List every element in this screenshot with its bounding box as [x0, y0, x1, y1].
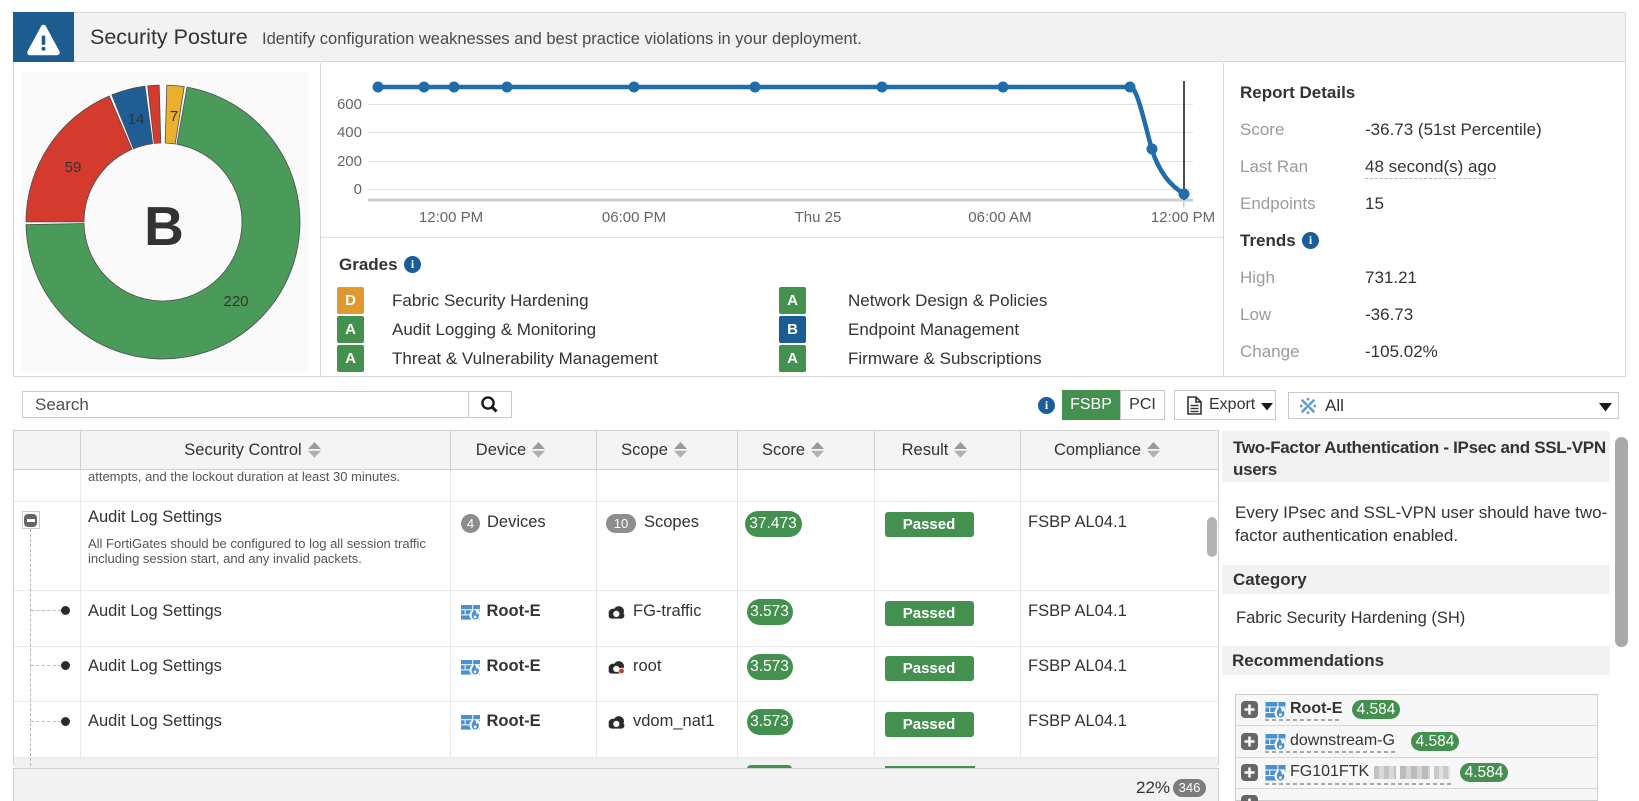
svg-text:7: 7 — [170, 108, 178, 125]
svg-text:220: 220 — [223, 293, 248, 310]
svg-text:Thu 25: Thu 25 — [795, 209, 842, 226]
svg-text:12:00 PM: 12:00 PM — [419, 209, 483, 226]
svg-text:06:00 AM: 06:00 AM — [968, 209, 1031, 226]
svg-text:0: 0 — [354, 181, 362, 198]
svg-text:600: 600 — [337, 96, 362, 113]
svg-text:400: 400 — [337, 124, 362, 141]
svg-text:59: 59 — [65, 159, 82, 176]
svg-text:B: B — [144, 195, 184, 257]
svg-text:14: 14 — [128, 111, 145, 128]
svg-text:12:00 PM: 12:00 PM — [1151, 209, 1215, 226]
svg-text:06:00 PM: 06:00 PM — [602, 209, 666, 226]
svg-text:200: 200 — [337, 153, 362, 170]
